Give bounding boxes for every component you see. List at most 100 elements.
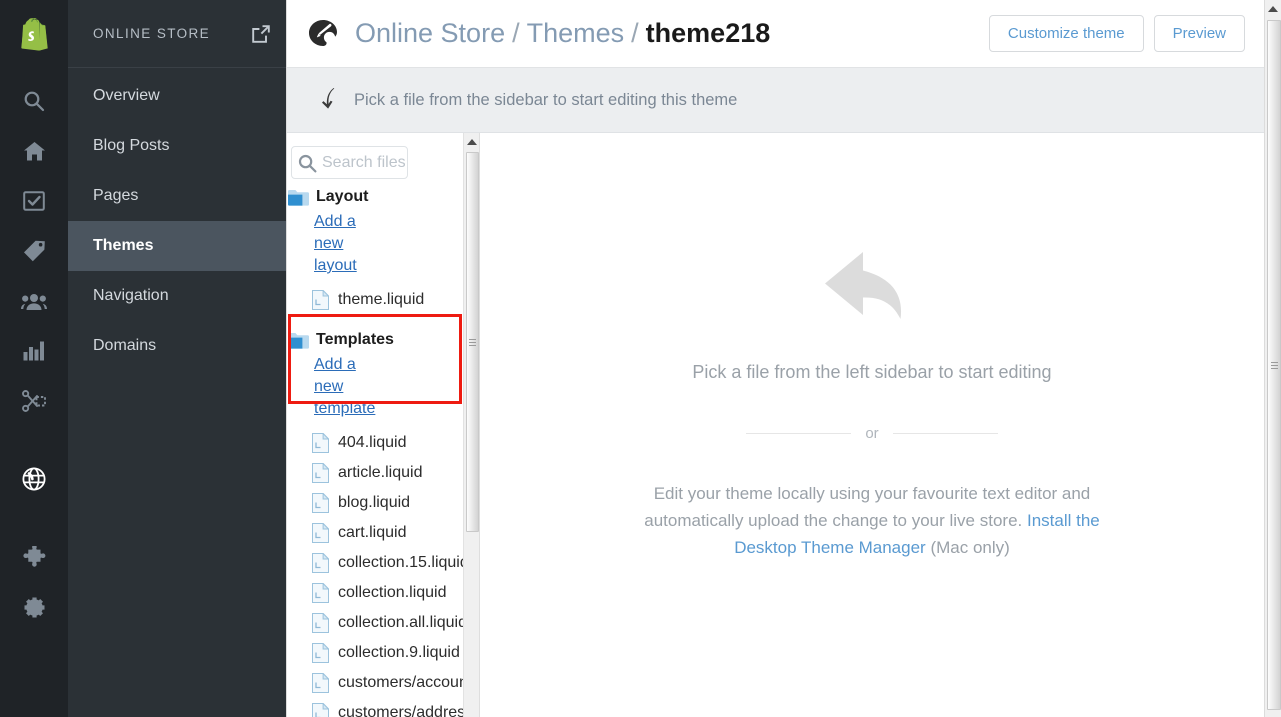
breadcrumb-item-themes[interactable]: Themes <box>527 18 625 49</box>
breadcrumb-separator: / <box>512 18 520 48</box>
scrollbar-thumb[interactable] <box>1267 20 1281 710</box>
file-item[interactable]: article.liquid <box>287 458 479 488</box>
online-store-sidebar: ONLINE STORE Overview Blog Posts Pages T… <box>68 0 286 717</box>
file-label: article.liquid <box>338 464 423 481</box>
customize-theme-button[interactable]: Customize theme <box>988 15 1144 52</box>
add-new-layout-link[interactable]: Add a new layout <box>287 211 381 277</box>
sidebar-header: ONLINE STORE <box>68 0 286 68</box>
online-store-globe-icon[interactable] <box>0 454 68 504</box>
empty-state-panel: Pick a file from the left sidebar to sta… <box>480 133 1264 717</box>
empty-state-paragraph: Edit your theme locally using your favou… <box>612 480 1132 561</box>
preview-button[interactable]: Preview <box>1153 15 1245 52</box>
file-item[interactable]: 404.liquid <box>287 428 479 458</box>
file-item[interactable]: customers/account.liquid <box>287 668 479 698</box>
sidebar-item-label: Themes <box>93 237 154 254</box>
file-label: collection.15.liquid <box>338 554 469 571</box>
folder-label: Templates <box>316 331 394 348</box>
paragraph-text-part-2: (Mac only) <box>925 538 1010 557</box>
sidebar-item-pages[interactable]: Pages <box>68 171 286 221</box>
folder-group-templates[interactable]: Templates <box>287 326 479 354</box>
sidebar-item-overview[interactable]: Overview <box>68 71 286 121</box>
rail-icon-list <box>0 68 68 632</box>
apps-puzzle-icon[interactable] <box>0 532 68 582</box>
window-scrollbar[interactable] <box>1264 0 1281 717</box>
paragraph-text-part-1: Edit your theme locally using your favou… <box>644 484 1091 530</box>
file-tree: Layout Add a new layout theme.liquid Tem… <box>287 179 479 717</box>
grip-lines-icon <box>1270 360 1278 371</box>
sidebar-item-label: Navigation <box>93 287 169 304</box>
sidebar-item-label: Pages <box>93 187 139 204</box>
discounts-scissors-icon[interactable] <box>0 376 68 426</box>
sidebar-item-domains[interactable]: Domains <box>68 321 286 371</box>
notice-text: Pick a file from the sidebar to start ed… <box>354 90 738 109</box>
primary-icon-rail <box>0 0 68 717</box>
file-item[interactable]: collection.15.liquid <box>287 548 479 578</box>
divider-line-left <box>746 433 852 434</box>
empty-state-title: Pick a file from the left sidebar to sta… <box>692 362 1052 382</box>
file-item[interactable]: collection.liquid <box>287 578 479 608</box>
paint-palette-icon <box>307 18 339 50</box>
page-topbar: Online Store / Themes / theme218 Customi… <box>287 0 1264 68</box>
home-icon[interactable] <box>0 126 68 176</box>
file-item[interactable]: collection.9.liquid <box>287 638 479 668</box>
file-icon <box>312 642 330 663</box>
sidebar-item-blog-posts[interactable]: Blog Posts <box>68 121 286 171</box>
products-tag-icon[interactable] <box>0 226 68 276</box>
sidebar-item-navigation[interactable]: Navigation <box>68 271 286 321</box>
scroll-up-button[interactable] <box>464 133 479 150</box>
breadcrumb-separator: / <box>631 18 639 48</box>
file-icon <box>312 522 330 543</box>
file-label: 404.liquid <box>338 434 407 451</box>
add-new-template-link[interactable]: Add a new template <box>287 354 381 420</box>
folder-group-layout[interactable]: Layout <box>287 183 479 211</box>
scrollbar-thumb[interactable] <box>466 152 479 532</box>
external-link-icon[interactable] <box>252 24 270 43</box>
rail-divider-gap <box>0 426 68 454</box>
file-item[interactable]: theme.liquid <box>287 285 479 315</box>
shopify-bag-logo[interactable] <box>0 0 68 68</box>
file-sidebar: Layout Add a new layout theme.liquid <box>287 133 480 717</box>
file-item[interactable]: customers/address.liquid <box>287 698 479 717</box>
editor-body: Layout Add a new layout theme.liquid <box>287 133 1264 717</box>
sidebar-item-list: Overview Blog Posts Pages Themes Navigat… <box>68 68 286 371</box>
sidebar-item-label: Blog Posts <box>93 137 170 154</box>
file-label: customers/address.liquid <box>338 704 479 717</box>
scroll-up-button[interactable] <box>1265 0 1281 17</box>
or-label: or <box>865 425 879 442</box>
search-files-box[interactable] <box>291 146 408 179</box>
file-icon <box>312 552 330 573</box>
sidebar-item-label: Domains <box>93 337 157 354</box>
file-item[interactable]: cart.liquid <box>287 518 479 548</box>
settings-gear-icon[interactable] <box>0 582 68 632</box>
search-icon[interactable] <box>0 76 68 126</box>
breadcrumb: Online Store / Themes / theme218 <box>355 18 770 49</box>
folder-label: Layout <box>316 188 369 205</box>
file-label: blog.liquid <box>338 494 411 511</box>
file-icon <box>312 672 330 693</box>
analytics-bar-chart-icon[interactable] <box>0 326 68 376</box>
folder-icon <box>288 189 309 206</box>
notice-bar: Pick a file from the sidebar to start ed… <box>287 68 1264 133</box>
search-files-wrapper <box>287 133 479 179</box>
reply-back-arrow-icon <box>824 249 920 334</box>
topbar-actions: Customize theme Preview <box>988 15 1245 52</box>
folder-icon <box>288 332 309 349</box>
main-content: Online Store / Themes / theme218 Customi… <box>286 0 1264 717</box>
breadcrumb-item-current-theme: theme218 <box>645 18 771 48</box>
sidebar-item-themes[interactable]: Themes <box>68 221 286 271</box>
curved-down-arrow-icon <box>321 88 337 112</box>
customers-icon[interactable] <box>0 276 68 326</box>
file-item[interactable]: blog.liquid <box>287 488 479 518</box>
orders-icon[interactable] <box>0 176 68 226</box>
file-label: theme.liquid <box>338 291 425 308</box>
breadcrumb-item-online-store[interactable]: Online Store <box>355 18 505 49</box>
file-item[interactable]: collection.all.liquid <box>287 608 479 638</box>
sidebar-title: ONLINE STORE <box>93 26 211 41</box>
rail-divider-gap-2 <box>0 504 68 532</box>
file-sidebar-scrollbar[interactable] <box>463 133 479 717</box>
grip-lines-icon <box>469 337 476 348</box>
triangle-up-icon <box>466 138 477 145</box>
or-divider: or <box>746 425 998 442</box>
